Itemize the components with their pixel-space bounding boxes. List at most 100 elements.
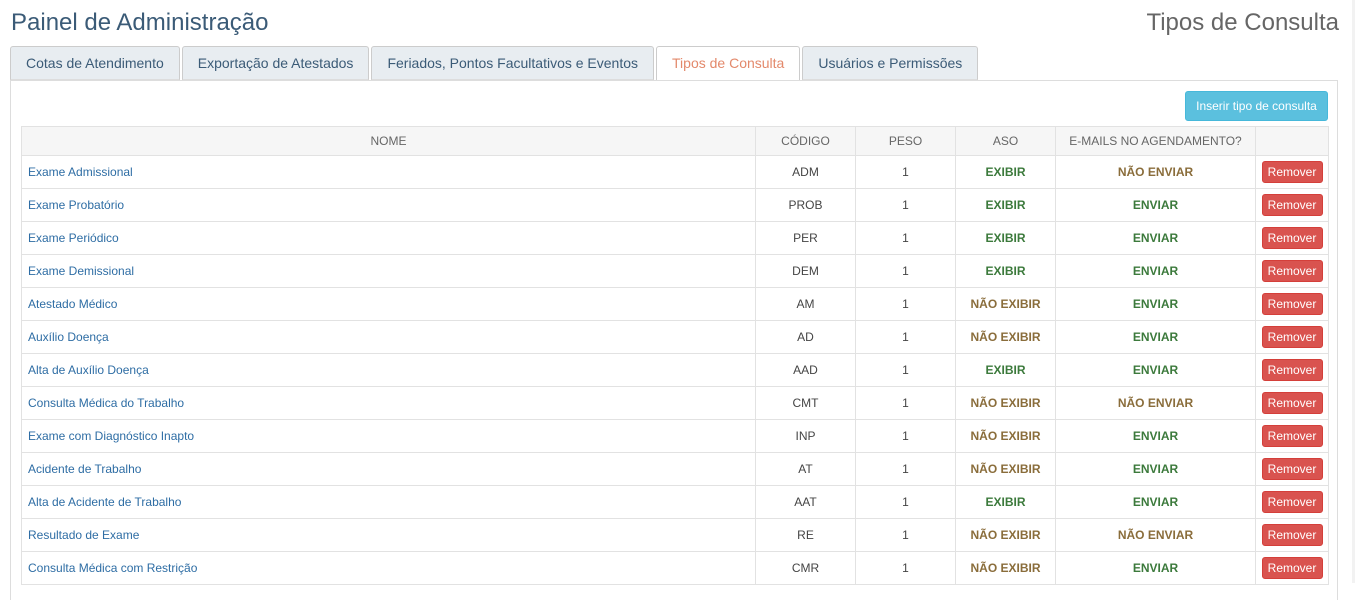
cell-peso: 1 [855,155,956,189]
cell-nome: Consulta Médica do Trabalho [21,386,756,420]
cell-email-toggle[interactable]: ENVIAR [1055,485,1256,519]
column-header-peso[interactable]: PESO [855,126,956,156]
cell-nome: Exame Periódico [21,221,756,255]
cell-aso-toggle[interactable]: NÃO EXIBIR [955,320,1056,354]
column-header-emails[interactable]: E-MAILS NO AGENDAMENTO? [1055,126,1256,156]
column-header-nome[interactable]: NOME [21,126,756,156]
cell-email-toggle[interactable]: NÃO ENVIAR [1055,518,1256,552]
cell-codigo: AAD [755,353,856,387]
tab-cotas-de-atendimento[interactable]: Cotas de Atendimento [10,46,180,80]
cell-actions: Remover [1255,287,1329,321]
consultation-type-link[interactable]: Atestado Médico [28,297,117,311]
column-header-aso[interactable]: ASO [955,126,1056,156]
tab-usuarios-e-permissoes[interactable]: Usuários e Permissões [802,46,979,80]
cell-aso-toggle[interactable]: EXIBIR [955,188,1056,222]
cell-actions: Remover [1255,353,1329,387]
cell-aso-toggle[interactable]: NÃO EXIBIR [955,386,1056,420]
tab-exportacao-de-atestados[interactable]: Exportação de Atestados [181,46,370,80]
page-title: Painel de Administração [11,9,269,36]
remove-button[interactable]: Remover [1261,326,1323,348]
cell-codigo: AD [755,320,856,354]
cell-peso: 1 [855,419,956,453]
consultation-type-link[interactable]: Consulta Médica com Restrição [28,561,197,575]
cell-email-toggle[interactable]: ENVIAR [1055,320,1256,354]
cell-email-toggle[interactable]: ENVIAR [1055,188,1256,222]
cell-nome: Exame Demissional [21,254,756,288]
tab-tipos-de-consulta[interactable]: Tipos de Consulta [656,46,801,81]
cell-codigo: INP [755,419,856,453]
remove-button[interactable]: Remover [1261,293,1323,315]
consultation-type-link[interactable]: Exame com Diagnóstico Inapto [28,429,194,443]
cell-codigo: DEM [755,254,856,288]
consultation-type-link[interactable]: Exame Admissional [28,165,133,179]
remove-button[interactable]: Remover [1261,524,1323,546]
table-row: Exame Probatório PROB 1 EXIBIR ENVIAR Remover [21,188,1329,222]
insert-consultation-type-button[interactable]: Inserir tipo de consulta [1185,91,1328,121]
cell-nome: Acidente de Trabalho [21,452,756,486]
remove-button[interactable]: Remover [1261,161,1323,183]
remove-button[interactable]: Remover [1261,425,1323,447]
consultation-type-link[interactable]: Exame Demissional [28,264,134,278]
cell-aso-toggle[interactable]: EXIBIR [955,254,1056,288]
cell-aso-toggle[interactable]: EXIBIR [955,353,1056,387]
table-row: Exame Periódico PER 1 EXIBIR ENVIAR Remover [21,221,1329,255]
cell-actions: Remover [1255,518,1329,552]
consultation-type-link[interactable]: Exame Probatório [28,198,124,212]
consultation-type-link[interactable]: Auxílio Doença [28,330,109,344]
consultation-type-link[interactable]: Acidente de Trabalho [28,462,141,476]
cell-peso: 1 [855,485,956,519]
table-row: Consulta Médica com Restrição CMR 1 NÃO EXI… [21,551,1329,585]
consultation-type-link[interactable]: Exame Periódico [28,231,119,245]
consultation-type-link[interactable]: Consulta Médica do Trabalho [28,396,184,410]
cell-nome: Atestado Médico [21,287,756,321]
cell-aso-toggle[interactable]: NÃO EXIBIR [955,452,1056,486]
remove-button[interactable]: Remover [1261,557,1323,579]
table-row: Consulta Médica do Trabalho CMT 1 NÃO EXIBI… [21,386,1329,420]
cell-peso: 1 [855,452,956,486]
cell-aso-toggle[interactable]: NÃO EXIBIR [955,551,1056,585]
table-row: Acidente de Trabalho AT 1 NÃO EXIBIR ENVIAR R… [21,452,1329,486]
cell-actions: Remover [1255,419,1329,453]
cell-peso: 1 [855,518,956,552]
cell-codigo: CMT [755,386,856,420]
cell-aso-toggle[interactable]: EXIBIR [955,485,1056,519]
cell-aso-toggle[interactable]: EXIBIR [955,221,1056,255]
remove-button[interactable]: Remover [1261,392,1323,414]
cell-email-toggle[interactable]: NÃO ENVIAR [1055,386,1256,420]
cell-actions: Remover [1255,386,1329,420]
section-title: Tipos de Consulta [1146,9,1339,36]
cell-codigo: CMR [755,551,856,585]
cell-email-toggle[interactable]: ENVIAR [1055,419,1256,453]
cell-codigo: RE [755,518,856,552]
remove-button[interactable]: Remover [1261,260,1323,282]
cell-email-toggle[interactable]: ENVIAR [1055,452,1256,486]
remove-button[interactable]: Remover [1261,227,1323,249]
cell-codigo: PROB [755,188,856,222]
consultation-type-link[interactable]: Alta de Acidente de Trabalho [28,495,181,509]
remove-button[interactable]: Remover [1261,359,1323,381]
cell-email-toggle[interactable]: ENVIAR [1055,353,1256,387]
cell-actions: Remover [1255,452,1329,486]
cell-email-toggle[interactable]: ENVIAR [1055,287,1256,321]
table-header-row: NOME CÓDIGO PESO ASO E-MAILS NO AGENDAME… [21,126,1329,156]
cell-aso-toggle[interactable]: EXIBIR [955,155,1056,189]
cell-aso-toggle[interactable]: NÃO EXIBIR [955,419,1056,453]
cell-email-toggle[interactable]: NÃO ENVIAR [1055,155,1256,189]
tab-feriados-pontos-eventos[interactable]: Feriados, Pontos Facultativos e Eventos [371,46,655,80]
cell-aso-toggle[interactable]: NÃO EXIBIR [955,287,1056,321]
remove-button[interactable]: Remover [1261,458,1323,480]
cell-nome: Consulta Médica com Restrição [21,551,756,585]
cell-email-toggle[interactable]: ENVIAR [1055,551,1256,585]
column-header-codigo[interactable]: CÓDIGO [755,126,856,156]
cell-email-toggle[interactable]: ENVIAR [1055,221,1256,255]
cell-email-toggle[interactable]: ENVIAR [1055,254,1256,288]
cell-nome: Exame Admissional [21,155,756,189]
cell-peso: 1 [855,386,956,420]
remove-button[interactable]: Remover [1261,491,1323,513]
cell-actions: Remover [1255,320,1329,354]
consultation-type-link[interactable]: Resultado de Exame [28,528,139,542]
remove-button[interactable]: Remover [1261,194,1323,216]
cell-actions: Remover [1255,551,1329,585]
cell-aso-toggle[interactable]: NÃO EXIBIR [955,518,1056,552]
consultation-type-link[interactable]: Alta de Auxílio Doença [28,363,149,377]
